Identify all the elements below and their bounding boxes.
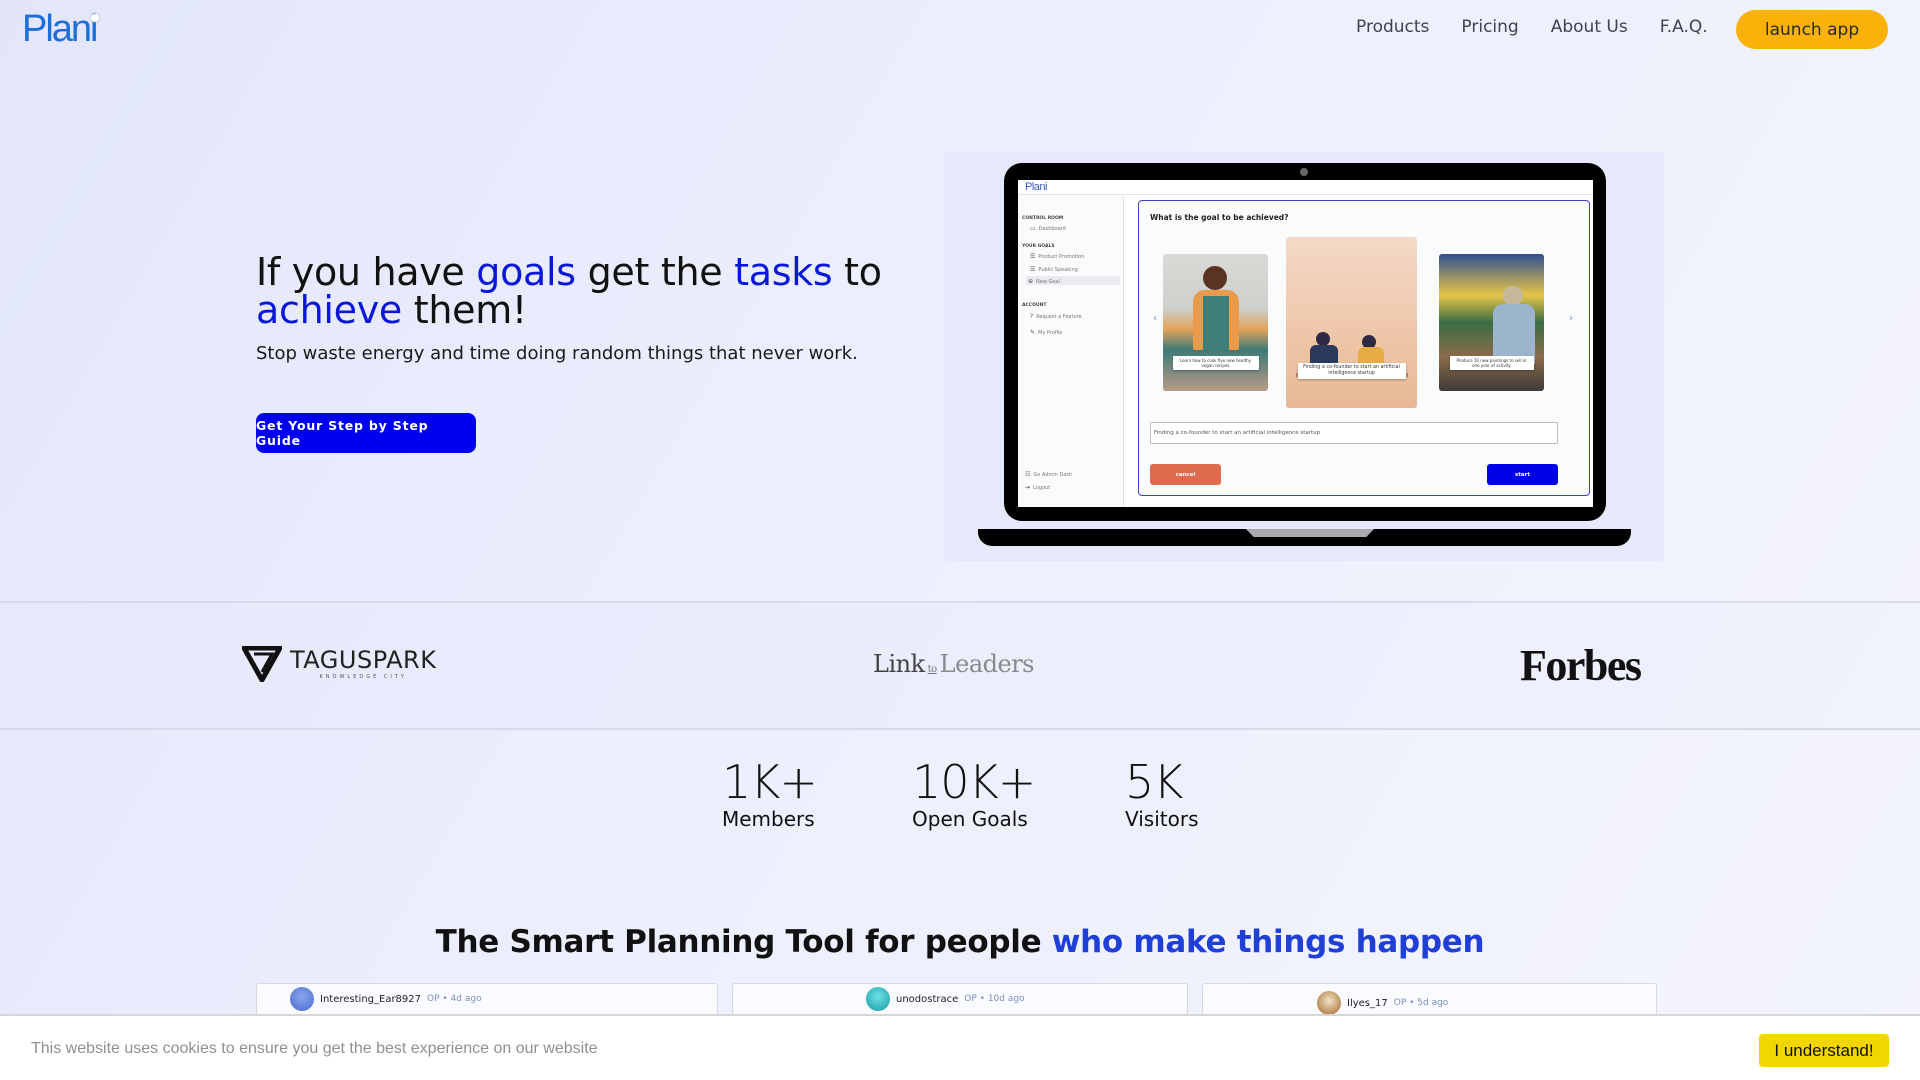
- main-nav: Products Pricing About Us F.A.Q.: [1356, 17, 1740, 37]
- stat-value: 1K+: [722, 755, 818, 809]
- nav-products[interactable]: Products: [1356, 17, 1429, 37]
- forbes-logo: Forbes: [1520, 641, 1642, 690]
- cook-apron: [1203, 296, 1229, 350]
- goal-card-painting: Produce 10 new paintings to sell in one …: [1439, 254, 1544, 391]
- goal-input: Finding a co-founder to start an artific…: [1150, 422, 1558, 444]
- painter-head: [1503, 286, 1523, 306]
- mockup-start-button: start: [1487, 464, 1558, 485]
- laptop-camera: [1300, 168, 1308, 176]
- painter-body: [1493, 304, 1535, 364]
- goal-card-cooking: Learn how to cook five new healthy vegan…: [1163, 254, 1268, 391]
- stat-label: Members: [722, 807, 815, 831]
- stat-visitors: 5K Visitors: [1125, 756, 1199, 830]
- goal-card-cofounder: Finding a co-founder to start an artific…: [1286, 237, 1417, 408]
- review-meta: OP • 4d ago: [427, 994, 482, 1004]
- review-username: unodostrace: [896, 993, 959, 1005]
- chevron-left-icon: ‹: [1153, 313, 1157, 324]
- cookie-accept-button[interactable]: I understand!: [1759, 1034, 1889, 1067]
- section-heading: The Smart Planning Tool for people who m…: [435, 924, 1485, 960]
- monitor-icon: ▭: [1030, 225, 1036, 232]
- stat-value: 10K+: [912, 755, 1036, 809]
- nav-faq[interactable]: F.A.Q.: [1660, 17, 1708, 37]
- taguspark-logo: TAGUSPARK KNOWLEDGE CITY: [242, 646, 436, 682]
- sidebar-heading-account: ACCOUNT: [1022, 303, 1047, 308]
- card-caption: Produce 10 new paintings to sell in one …: [1449, 356, 1534, 370]
- logo-dot: [90, 14, 99, 22]
- list-icon: ☰: [1030, 266, 1036, 273]
- sidebar-item-logout: ⇥ Logout: [1025, 484, 1051, 491]
- hero-subtitle: Stop waste energy and time doing random …: [256, 343, 858, 364]
- hero-headline: If you have goals get the tasks to achie…: [256, 250, 882, 332]
- headline-tasks: tasks: [734, 250, 833, 294]
- avatar: [1317, 991, 1341, 1015]
- cookie-banner: This website uses cookies to ensure you …: [0, 1014, 1920, 1080]
- stat-open-goals: 10K+ Open Goals: [912, 755, 1036, 831]
- plani-logo[interactable]: Plani: [22, 8, 99, 51]
- cookie-text: This website uses cookies to ensure you …: [31, 1040, 598, 1057]
- sliders-icon: ☷: [1025, 471, 1031, 478]
- review-meta: OP • 10d ago: [964, 994, 1025, 1004]
- review-username: Ilyes_17: [1347, 997, 1388, 1009]
- sidebar-item-new-goal: ⊕ New Goal: [1028, 278, 1060, 285]
- taguspark-triangle-icon: [242, 646, 282, 682]
- sidebar-item-admin-dash: ☷ Go Admin Dash: [1025, 471, 1073, 478]
- review-username: Interesting_Ear8927: [320, 993, 422, 1005]
- avatar: [290, 987, 314, 1011]
- get-guide-button[interactable]: Get Your Step by Step Guide: [256, 413, 476, 453]
- laptop-notch: [1246, 529, 1374, 537]
- cook-figure-head: [1203, 266, 1227, 290]
- mockup-cancel-button: cancel: [1150, 464, 1221, 485]
- goal-question: What is the goal to be achieved?: [1150, 213, 1289, 222]
- launch-app-button[interactable]: launch app: [1736, 10, 1888, 49]
- chevron-right-icon: ›: [1569, 313, 1573, 324]
- goal-dialog: What is the goal to be achieved? ‹ › Lea…: [1138, 200, 1590, 496]
- plus-circle-icon: ⊕: [1028, 278, 1034, 285]
- stat-label: Open Goals: [912, 807, 1028, 831]
- stat-value: 5K: [1125, 755, 1183, 809]
- cofounder-figure-a: [1316, 332, 1330, 346]
- sidebar-item-request-feature: ? Request a Feature: [1030, 313, 1082, 320]
- app-logo: Plani: [1025, 181, 1047, 193]
- stat-members: 1K+ Members: [722, 755, 818, 831]
- sidebar-item-product-promotion: ☰ Product Promotion: [1030, 253, 1085, 260]
- divider-top: [0, 601, 1920, 603]
- help-circle-icon: ?: [1030, 313, 1034, 320]
- card-caption: Learn how to cook five new healthy vegan…: [1172, 356, 1259, 370]
- review-meta: OP • 5d ago: [1393, 998, 1449, 1008]
- app-topbar: Plani: [1018, 180, 1593, 195]
- sidebar-item-dashboard: ▭ Dashboard: [1030, 225, 1066, 232]
- avatar: [866, 987, 890, 1011]
- edit-icon: ✎: [1030, 329, 1036, 336]
- nav-pricing[interactable]: Pricing: [1461, 17, 1518, 37]
- nav-about-us[interactable]: About Us: [1551, 17, 1628, 37]
- card-caption: Finding a co-founder to start an artific…: [1297, 363, 1406, 379]
- app-sidebar: CONTROL ROOM ▭ Dashboard YOUR GOALS ☰ Pr…: [1018, 196, 1124, 507]
- headline-achieve: achieve: [256, 288, 402, 332]
- list-icon: ☰: [1030, 253, 1036, 260]
- sidebar-heading-your-goals: YOUR GOALS: [1022, 244, 1055, 249]
- sidebar-item-my-profile: ✎ My Profile: [1030, 329, 1063, 336]
- logout-icon: ⇥: [1025, 484, 1031, 491]
- laptop-screen: Plani CONTROL ROOM ▭ Dashboard YOUR GOAL…: [1018, 180, 1593, 507]
- sidebar-heading-control-room: CONTROL ROOM: [1022, 216, 1064, 221]
- sidebar-item-public-speaking: ☰ Public Speaking: [1030, 266, 1078, 273]
- link-to-leaders-logo: Link to Leaders: [873, 650, 1034, 678]
- divider-bottom: [0, 728, 1920, 730]
- stat-label: Visitors: [1125, 807, 1199, 831]
